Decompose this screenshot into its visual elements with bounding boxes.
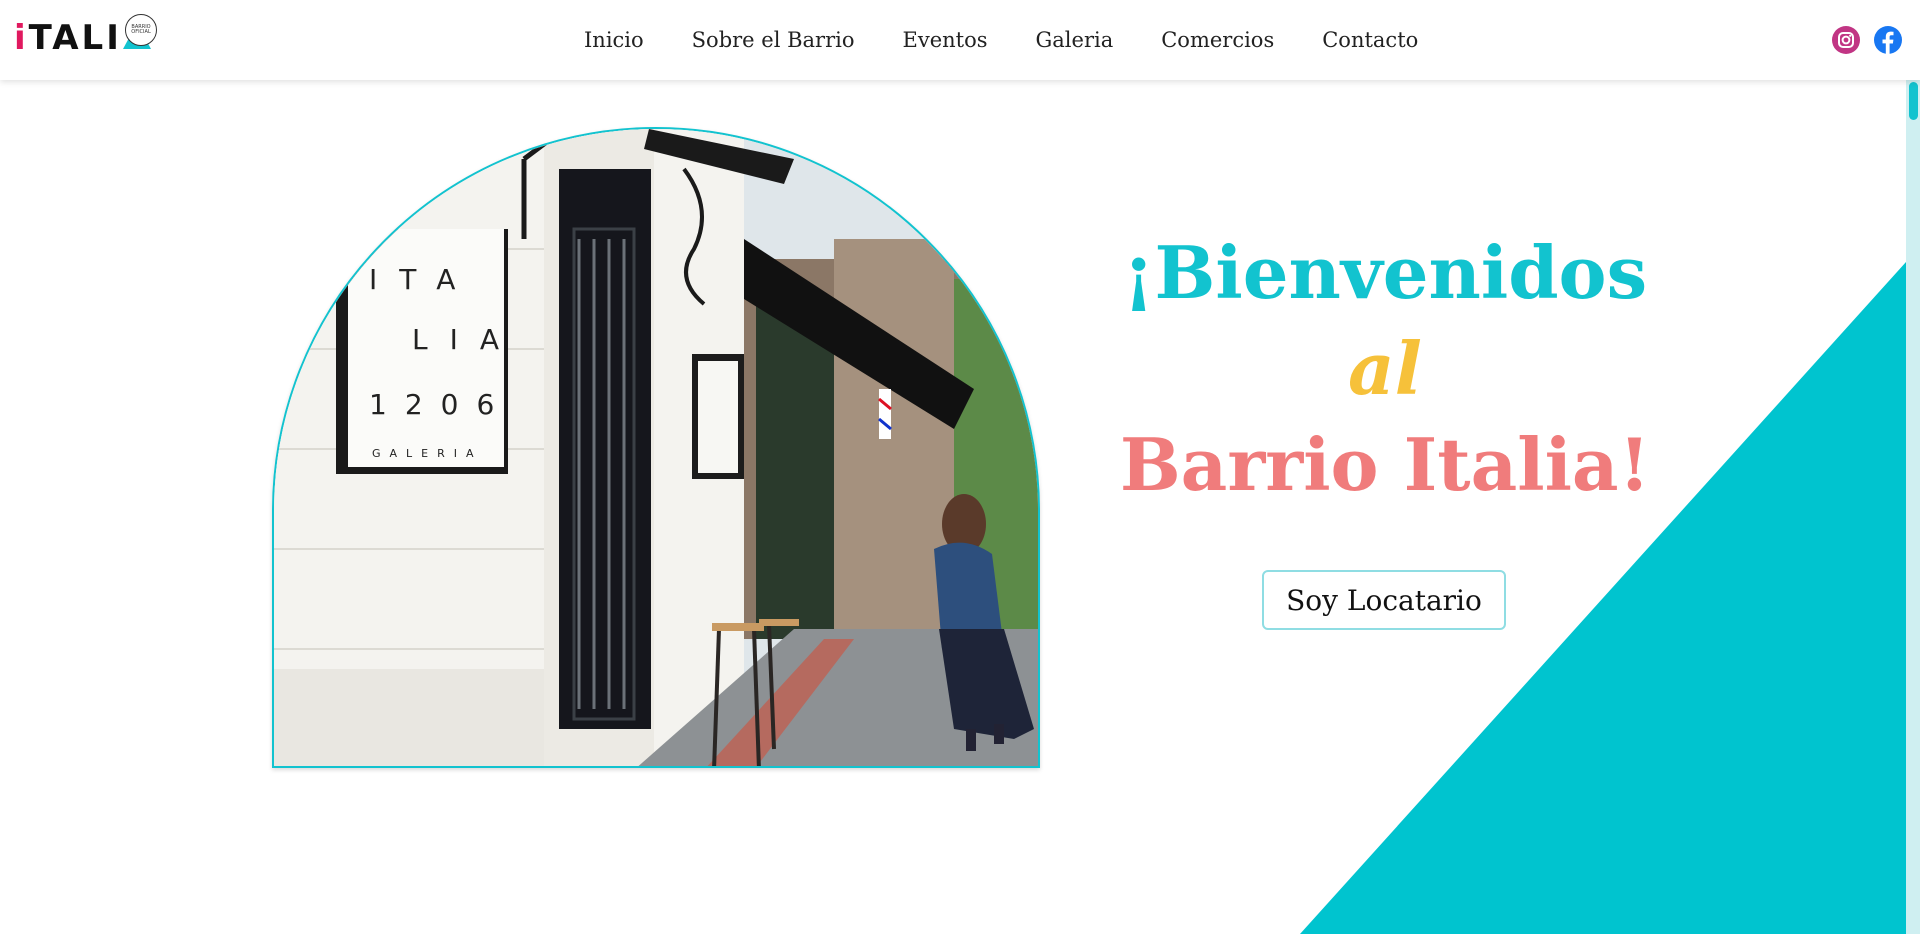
hero-heading: ¡Bienvenidos al Barrio Italia! bbox=[1110, 225, 1660, 513]
logo-text: iTALI bbox=[14, 18, 122, 58]
nav-galeria[interactable]: Galeria bbox=[1036, 28, 1114, 52]
instagram-icon[interactable] bbox=[1832, 26, 1860, 54]
hero-photo: ITA LIA 1206 GALERIA bbox=[272, 127, 1040, 768]
nav-sobre-el-barrio[interactable]: Sobre el Barrio bbox=[692, 28, 855, 52]
main-nav: Inicio Sobre el Barrio Eventos Galeria C… bbox=[560, 0, 1442, 80]
heading-line-al: al bbox=[1347, 326, 1422, 411]
photo-sign-line3: 1206 bbox=[369, 388, 512, 421]
photo-sign-line1: ITA bbox=[369, 263, 477, 296]
facebook-icon[interactable] bbox=[1874, 26, 1902, 54]
scrollbar[interactable] bbox=[1906, 80, 1920, 934]
social-links bbox=[1832, 26, 1902, 54]
nav-contacto[interactable]: Contacto bbox=[1322, 28, 1418, 52]
logo-seal-text: BARRIO OFICIAL bbox=[131, 23, 151, 35]
site-header: iTALI BARRIO OFICIAL Inicio Sobre el Bar… bbox=[0, 0, 1920, 80]
nav-inicio[interactable]: Inicio bbox=[584, 28, 644, 52]
soy-locatario-button[interactable]: Soy Locatario bbox=[1262, 570, 1506, 630]
logo-seal-icon: BARRIO OFICIAL bbox=[125, 14, 157, 46]
storefront-photo: ITA LIA 1206 GALERIA bbox=[274, 129, 1038, 766]
photo-sign-line4: GALERIA bbox=[372, 447, 483, 460]
scrollbar-thumb[interactable] bbox=[1909, 82, 1918, 120]
heading-line-barrio-italia: Barrio Italia! bbox=[1119, 422, 1651, 507]
heading-line-bienvenidos: ¡Bienvenidos bbox=[1122, 230, 1648, 315]
nav-eventos[interactable]: Eventos bbox=[903, 28, 988, 52]
nav-comercios[interactable]: Comercios bbox=[1161, 28, 1274, 52]
photo-sign-line2: LIA bbox=[412, 323, 521, 356]
